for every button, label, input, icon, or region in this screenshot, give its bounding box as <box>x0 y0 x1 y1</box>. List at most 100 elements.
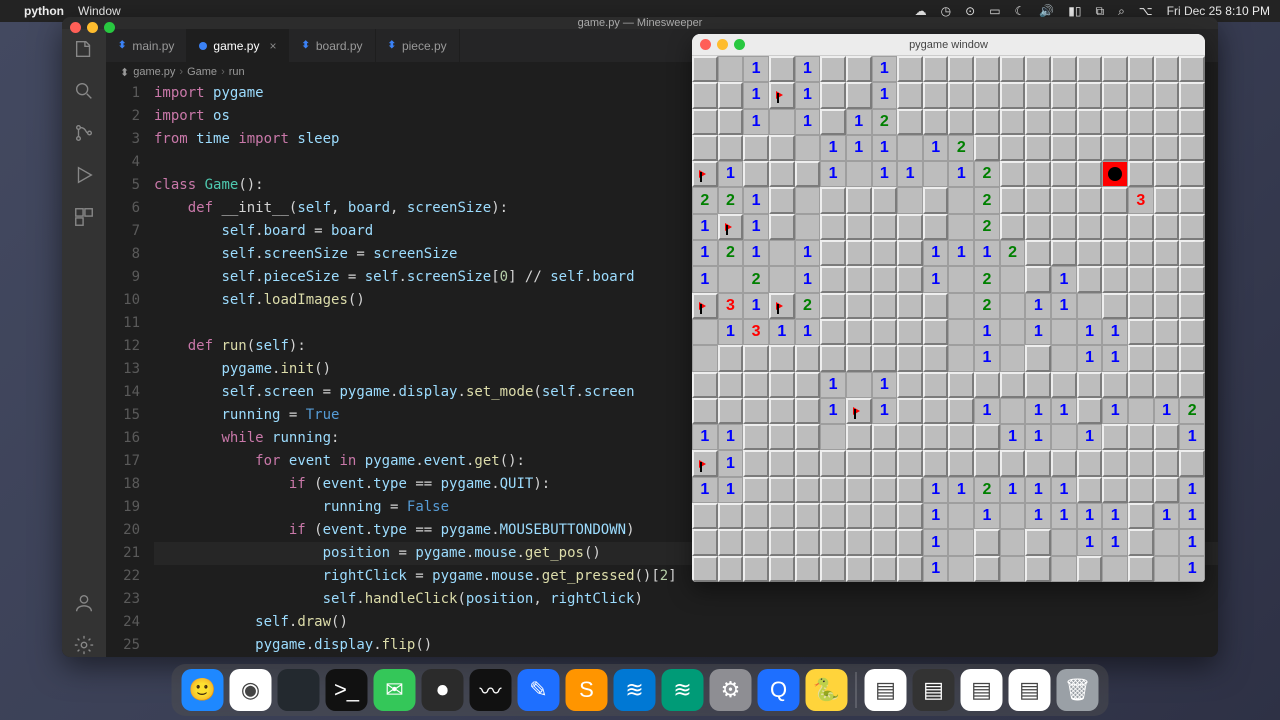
cell[interactable] <box>974 372 1000 398</box>
cell[interactable] <box>820 345 846 371</box>
cell[interactable] <box>1154 214 1180 240</box>
cell-1[interactable]: 1 <box>820 161 846 187</box>
cell[interactable] <box>974 424 1000 450</box>
cell-2[interactable]: 2 <box>974 214 1000 240</box>
cell-1[interactable]: 1 <box>872 135 898 161</box>
minesweeper-board[interactable]: 1111111112111121111122212311212111112121… <box>692 56 1205 582</box>
dock-app-github[interactable] <box>278 669 320 711</box>
cell[interactable] <box>897 240 923 266</box>
cell[interactable] <box>769 345 795 371</box>
cell[interactable] <box>923 345 949 371</box>
cell[interactable] <box>1051 56 1077 82</box>
cell[interactable] <box>1025 187 1051 213</box>
cell-2[interactable]: 2 <box>974 477 1000 503</box>
cell[interactable] <box>1179 214 1205 240</box>
cell[interactable] <box>897 56 923 82</box>
cell[interactable] <box>897 214 923 240</box>
cell[interactable] <box>948 293 974 319</box>
cell-1[interactable]: 1 <box>872 398 898 424</box>
cell[interactable] <box>1000 398 1026 424</box>
cell-1[interactable]: 1 <box>795 240 821 266</box>
cell[interactable] <box>1128 372 1154 398</box>
cell[interactable] <box>1102 293 1128 319</box>
cell[interactable] <box>897 187 923 213</box>
search-icon[interactable] <box>72 79 96 103</box>
cell[interactable] <box>923 424 949 450</box>
dock-app-doc3[interactable]: ▤ <box>961 669 1003 711</box>
cell[interactable] <box>974 529 1000 555</box>
cell[interactable] <box>1077 82 1103 108</box>
cell[interactable] <box>743 503 769 529</box>
cell-1[interactable]: 1 <box>1025 503 1051 529</box>
cell[interactable] <box>1077 556 1103 582</box>
cell-2[interactable]: 2 <box>974 187 1000 213</box>
cell[interactable] <box>846 319 872 345</box>
pygame-titlebar[interactable]: pygame window <box>692 34 1205 56</box>
dock-app-messages[interactable]: ✉ <box>374 669 416 711</box>
cell[interactable] <box>948 556 974 582</box>
cell[interactable] <box>743 345 769 371</box>
close-tab-icon[interactable]: × <box>269 39 276 53</box>
cell[interactable] <box>974 82 1000 108</box>
cell[interactable] <box>872 266 898 292</box>
accounts-icon[interactable] <box>72 591 96 615</box>
cell-1[interactable]: 1 <box>1051 398 1077 424</box>
cell-1[interactable]: 1 <box>1025 477 1051 503</box>
dock-app-xcode[interactable]: ✎ <box>518 669 560 711</box>
cell[interactable] <box>974 135 1000 161</box>
cell[interactable] <box>692 503 718 529</box>
cell[interactable] <box>718 82 744 108</box>
cell[interactable] <box>1051 240 1077 266</box>
cell[interactable] <box>1025 266 1051 292</box>
cell-1[interactable]: 1 <box>743 240 769 266</box>
cell[interactable] <box>1154 319 1180 345</box>
cell-1[interactable]: 1 <box>974 345 1000 371</box>
cell-1[interactable]: 1 <box>974 319 1000 345</box>
cell[interactable] <box>769 187 795 213</box>
cell[interactable] <box>769 372 795 398</box>
cell[interactable] <box>1000 56 1026 82</box>
cell[interactable] <box>1102 266 1128 292</box>
cell[interactable] <box>1102 450 1128 476</box>
cell[interactable] <box>743 424 769 450</box>
cell[interactable] <box>923 109 949 135</box>
cell[interactable] <box>769 477 795 503</box>
cell[interactable] <box>1077 214 1103 240</box>
cell[interactable] <box>769 135 795 161</box>
cell[interactable] <box>1000 319 1026 345</box>
tab-board-py[interactable]: ⬍board.py <box>289 29 375 62</box>
cell-1[interactable]: 1 <box>1077 503 1103 529</box>
cell[interactable] <box>872 240 898 266</box>
cell[interactable] <box>923 56 949 82</box>
cell-1[interactable]: 1 <box>974 503 1000 529</box>
cell[interactable] <box>1102 372 1128 398</box>
cell[interactable] <box>846 450 872 476</box>
cell[interactable] <box>1025 450 1051 476</box>
cell-1[interactable]: 1 <box>743 293 769 319</box>
cell[interactable] <box>846 345 872 371</box>
cell-1[interactable]: 1 <box>795 56 821 82</box>
cell[interactable] <box>718 266 744 292</box>
cell[interactable] <box>820 240 846 266</box>
maximize-window-button[interactable] <box>734 39 745 50</box>
cell[interactable] <box>1179 135 1205 161</box>
cell[interactable] <box>820 187 846 213</box>
cell-flag[interactable] <box>692 450 718 476</box>
cell-1[interactable]: 1 <box>1077 345 1103 371</box>
cell[interactable] <box>948 82 974 108</box>
cell[interactable] <box>1000 187 1026 213</box>
cell[interactable] <box>1128 477 1154 503</box>
cell-2[interactable]: 2 <box>974 161 1000 187</box>
cell[interactable] <box>897 372 923 398</box>
cell-flag[interactable] <box>692 293 718 319</box>
cell[interactable] <box>1000 82 1026 108</box>
status-record-icon[interactable]: ⊙ <box>965 4 975 18</box>
cell[interactable] <box>872 187 898 213</box>
cell[interactable] <box>923 214 949 240</box>
cell[interactable] <box>1179 240 1205 266</box>
cell-flag[interactable] <box>718 214 744 240</box>
status-volume-icon[interactable]: 🔊 <box>1039 4 1054 18</box>
vscode-titlebar[interactable]: game.py — Minesweeper <box>62 17 1218 29</box>
cell[interactable] <box>769 556 795 582</box>
cell[interactable] <box>872 319 898 345</box>
